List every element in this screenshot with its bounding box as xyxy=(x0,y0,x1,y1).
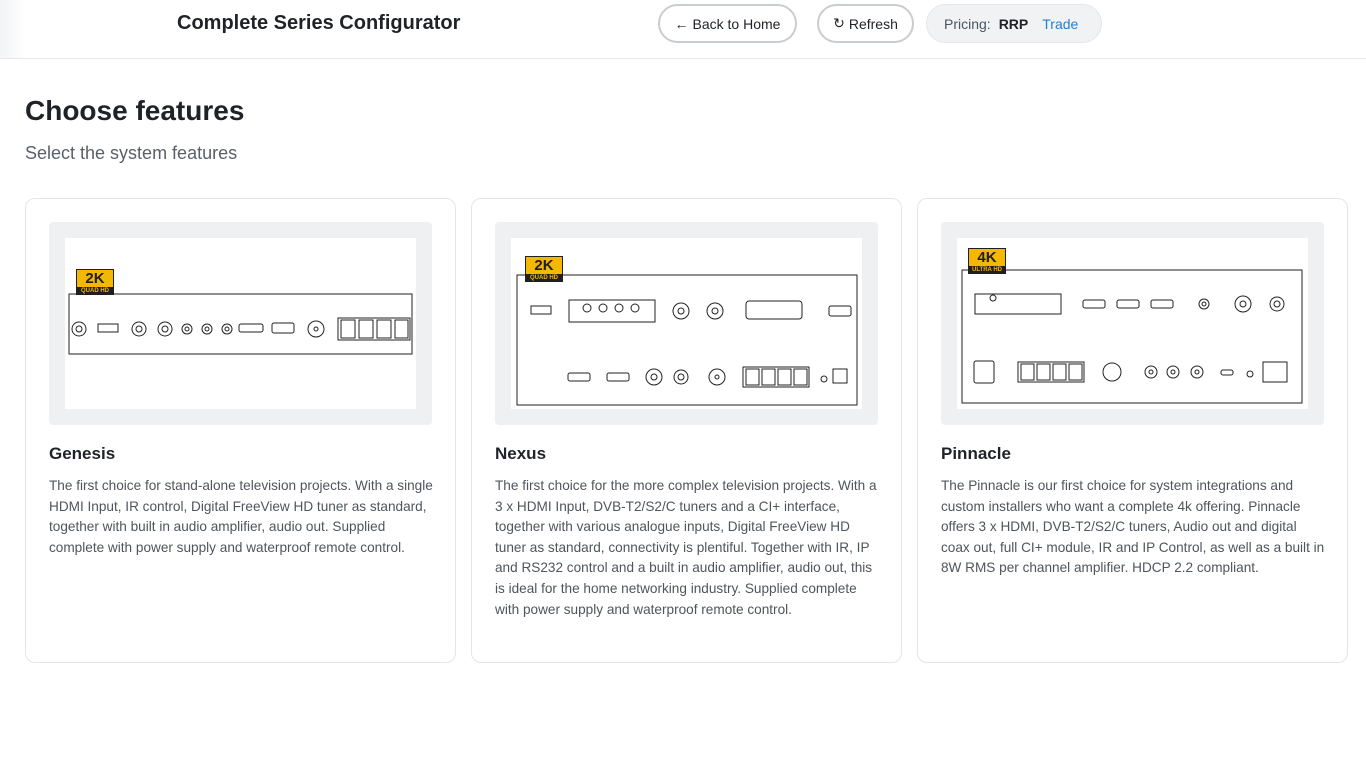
rear-panel-connectors xyxy=(961,269,1303,404)
resolution-badge: 4K ULTRA HD xyxy=(968,248,1006,274)
refresh-button[interactable]: ↻ Refresh xyxy=(817,4,914,43)
card-title: Genesis xyxy=(49,444,116,463)
card-title: Pinnacle xyxy=(941,444,1011,463)
card-title: Nexus xyxy=(495,444,547,463)
pricing-label: Pricing: xyxy=(944,15,991,32)
feature-card-nexus[interactable]: 2K QUAD HD Nexus The first choice for th… xyxy=(471,198,902,663)
nexus-rear-panel-image: 2K QUAD HD xyxy=(511,238,862,409)
back-to-home-label: Back to Home xyxy=(692,15,781,32)
sidebar-edge xyxy=(0,0,26,58)
rear-panel-connectors xyxy=(516,274,858,406)
refresh-label: Refresh xyxy=(848,15,898,32)
arrow-left-icon: ← xyxy=(674,15,689,32)
pricing-option-trade[interactable]: Trade xyxy=(1042,16,1078,32)
card-description: The first choice for stand-alone televis… xyxy=(49,478,433,555)
rear-panel-connectors xyxy=(68,293,413,355)
resolution-badge: 2K QUAD HD xyxy=(76,269,114,295)
genesis-rear-panel-image: 2K QUAD HD xyxy=(65,238,416,409)
top-bar: Complete Series Configurator ← Back to H… xyxy=(0,0,1366,59)
page-subtitle: Select the system features xyxy=(25,143,238,163)
refresh-icon: ↻ xyxy=(833,15,845,31)
feature-card-pinnacle[interactable]: 4K ULTRA HD Pinnacle The Pinnacle is our… xyxy=(917,198,1348,663)
card-description: The Pinnacle is our first choice for sys… xyxy=(941,478,1325,576)
product-image-frame: 4K ULTRA HD xyxy=(941,222,1324,425)
pricing-option-rrp[interactable]: RRP xyxy=(999,16,1029,32)
product-image-frame: 2K QUAD HD xyxy=(49,222,432,425)
back-to-home-button[interactable]: ← Back to Home xyxy=(658,4,797,43)
feature-card-genesis[interactable]: 2K QUAD HD Genesis The first choice for … xyxy=(25,198,456,663)
resolution-badge: 2K QUAD HD xyxy=(525,256,563,282)
app-title: Complete Series Configurator xyxy=(177,12,461,34)
pinnacle-rear-panel-image: 4K ULTRA HD xyxy=(957,238,1308,409)
product-image-frame: 2K QUAD HD xyxy=(495,222,878,425)
pricing-toggle: Pricing: RRP Trade xyxy=(926,4,1102,43)
card-description: The first choice for the more complex te… xyxy=(495,478,877,617)
page-title: Choose features xyxy=(25,95,245,126)
